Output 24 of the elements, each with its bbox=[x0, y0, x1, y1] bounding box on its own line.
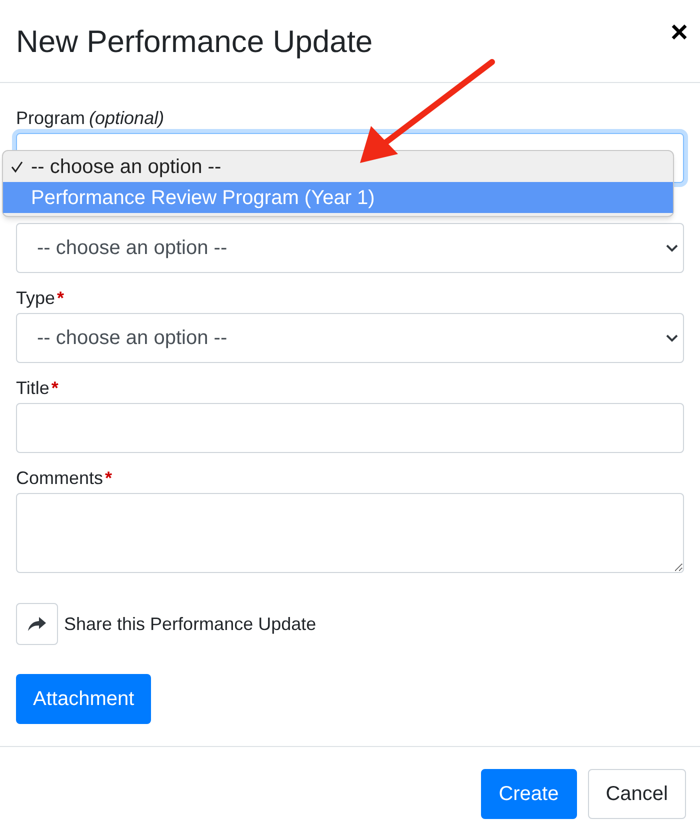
text-area[interactable] bbox=[16, 493, 684, 573]
required-mark: * bbox=[51, 377, 58, 399]
cancel-button[interactable]: Cancel bbox=[588, 769, 686, 819]
share-button[interactable] bbox=[16, 603, 58, 645]
select-field[interactable]: -- choose an option -- bbox=[16, 223, 684, 273]
field-label: Type bbox=[16, 287, 56, 309]
dropdown-option[interactable]: -- choose an option -- bbox=[3, 151, 673, 182]
required-mark: * bbox=[57, 287, 64, 309]
field-label: Title bbox=[16, 377, 50, 399]
select-field[interactable]: -- choose an option -- bbox=[16, 313, 684, 363]
optional-note: (optional) bbox=[89, 107, 164, 129]
attachment-button[interactable]: Attachment bbox=[16, 674, 152, 724]
chevron-icon bbox=[666, 244, 678, 252]
share-arrow-icon bbox=[28, 617, 46, 631]
dialog-title: New Performance Update bbox=[16, 26, 373, 56]
close-button[interactable]: × bbox=[670, 18, 688, 48]
create-button[interactable]: Create bbox=[480, 769, 577, 819]
field-label: Program bbox=[16, 107, 86, 129]
required-mark: * bbox=[105, 467, 112, 489]
field-label: Comments bbox=[16, 467, 104, 489]
share-label: Share this Performance Update bbox=[64, 612, 316, 636]
check-icon bbox=[11, 160, 23, 172]
input-field[interactable] bbox=[16, 403, 684, 453]
chevron-icon bbox=[666, 334, 678, 342]
